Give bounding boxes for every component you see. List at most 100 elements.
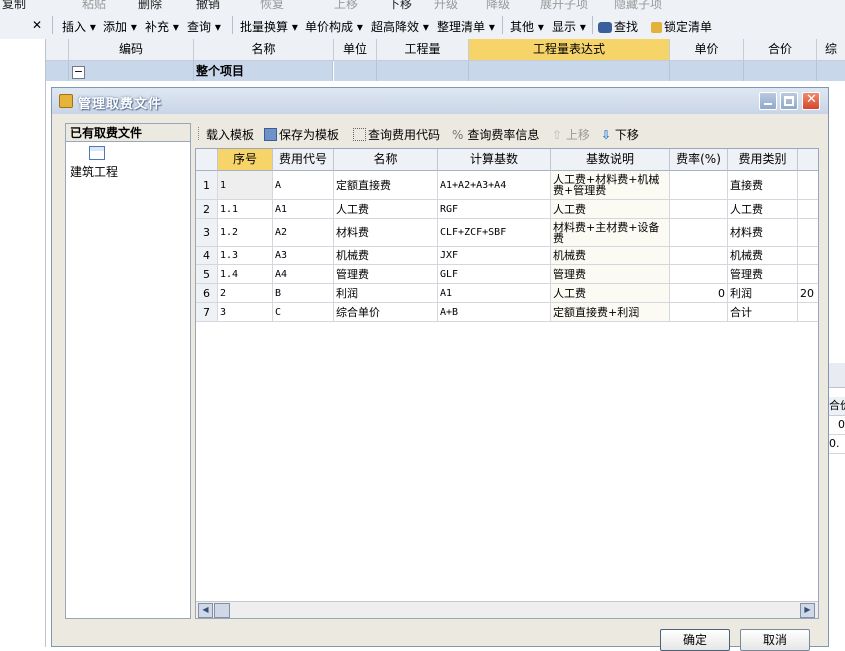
fee-cell-row-number[interactable]: 3 <box>196 219 218 247</box>
supplement-menu[interactable]: 补充 ▾ <box>145 18 179 35</box>
fee-cell-calc-base[interactable]: CLF+ZCF+SBF <box>438 219 551 247</box>
scroll-thumb[interactable] <box>214 603 230 618</box>
fee-cell-calc-base[interactable]: A+B <box>438 303 551 322</box>
unit-price-menu[interactable]: 单价构成 ▾ <box>305 18 363 35</box>
fee-cell-row-number[interactable]: 4 <box>196 247 218 265</box>
fee-cell-row-number[interactable]: 1 <box>196 171 218 200</box>
fee-cell-row-number[interactable]: 7 <box>196 303 218 322</box>
fee-cell-fee-type[interactable]: 管理费 <box>728 265 798 284</box>
fee-cell-seq[interactable]: 1.1 <box>218 200 273 219</box>
fee-cell-fee-name[interactable]: 管理费 <box>334 265 438 284</box>
redo-button[interactable]: 恢复 <box>260 0 284 12</box>
cancel-button[interactable]: 取消 <box>740 629 810 651</box>
load-template-button[interactable]: 载入模板 <box>206 126 254 143</box>
fee-cell-fee-code[interactable]: B <box>273 284 334 303</box>
scroll-right-icon[interactable]: ▶ <box>800 603 815 618</box>
collapse-icon[interactable]: − <box>72 66 85 79</box>
fee-cell-fee-type[interactable]: 材料费 <box>728 219 798 247</box>
fee-cell-base-desc[interactable]: 机械费 <box>551 247 670 265</box>
move-down-button[interactable]: ⇩ 下移 <box>601 126 639 143</box>
fee-cell-fee-type[interactable]: 机械费 <box>728 247 798 265</box>
fee-cell-extra[interactable]: 20 <box>798 284 818 303</box>
fee-cell-extra[interactable] <box>798 219 818 247</box>
fee-cell-base-desc[interactable]: 定额直接费+利润 <box>551 303 670 322</box>
fee-cell-base-desc[interactable]: 管理费 <box>551 265 670 284</box>
fee-cell-extra[interactable] <box>798 247 818 265</box>
fee-cell-seq[interactable]: 1 <box>218 171 273 200</box>
downgrade-button[interactable]: 降级 <box>486 0 510 12</box>
fee-cell-base-desc[interactable]: 人工费 <box>551 200 670 219</box>
fee-cell-fee-name[interactable]: 综合单价 <box>334 303 438 322</box>
fee-cell-calc-base[interactable]: GLF <box>438 265 551 284</box>
fee-cell-seq[interactable]: 2 <box>218 284 273 303</box>
minimize-button[interactable] <box>759 92 777 110</box>
maximize-button[interactable] <box>780 92 798 110</box>
fee-cell-fee-name[interactable]: 机械费 <box>334 247 438 265</box>
fee-cell-seq[interactable]: 1.2 <box>218 219 273 247</box>
fee-cell-fee-name[interactable]: 材料费 <box>334 219 438 247</box>
query-fee-code-button[interactable]: 查询费用代码 <box>353 126 440 143</box>
fee-cell-extra[interactable] <box>798 200 818 219</box>
close-button[interactable]: ✕ <box>802 92 820 110</box>
fee-cell-fee-code[interactable]: A3 <box>273 247 334 265</box>
move-up-disabled-button[interactable]: ⇧ 上移 <box>552 126 590 143</box>
fee-cell-fee-code[interactable]: A2 <box>273 219 334 247</box>
move-up-button[interactable]: 上移 <box>334 0 358 12</box>
fee-cell-fee-type[interactable]: 利润 <box>728 284 798 303</box>
hide-children-button[interactable]: 隐藏子项 <box>614 0 662 12</box>
fee-cell-row-number[interactable]: 2 <box>196 200 218 219</box>
fee-cell-fee-type[interactable]: 人工费 <box>728 200 798 219</box>
fee-cell-seq[interactable]: 1.3 <box>218 247 273 265</box>
add-menu[interactable]: 添加 ▾ <box>103 18 137 35</box>
fee-cell-fee-code[interactable]: A1 <box>273 200 334 219</box>
find-button[interactable]: 查找 <box>598 18 638 35</box>
fee-cell-fee-rate[interactable] <box>670 247 728 265</box>
fee-cell-fee-rate[interactable] <box>670 171 728 200</box>
fee-cell-seq[interactable]: 1.4 <box>218 265 273 284</box>
batch-convert-menu[interactable]: 批量换算 ▾ <box>240 18 298 35</box>
fee-cell-row-number[interactable]: 6 <box>196 284 218 303</box>
fee-cell-fee-type[interactable]: 合计 <box>728 303 798 322</box>
insert-menu[interactable]: 插入 ▾ <box>62 18 96 35</box>
fee-cell-extra[interactable] <box>798 265 818 284</box>
query-menu[interactable]: 查询 ▾ <box>187 18 221 35</box>
delete-button[interactable]: 删除 <box>138 0 162 12</box>
dialog-titlebar[interactable]: 管理取费文件 ✕ <box>52 88 828 114</box>
lock-list-button[interactable]: 锁定清单 <box>651 18 712 35</box>
ok-button[interactable]: 确定 <box>660 629 730 651</box>
fee-cell-fee-code[interactable]: C <box>273 303 334 322</box>
fee-cell-base-desc[interactable]: 人工费+材料费+机械费+管理费 <box>551 171 670 200</box>
fee-cell-fee-rate[interactable]: 0 <box>670 284 728 303</box>
fee-cell-calc-base[interactable]: A1 <box>438 284 551 303</box>
fee-cell-row-number[interactable]: 5 <box>196 265 218 284</box>
fee-cell-fee-rate[interactable] <box>670 219 728 247</box>
fee-cell-seq[interactable]: 3 <box>218 303 273 322</box>
super-high-menu[interactable]: 超高降效 ▾ <box>371 18 429 35</box>
arrange-list-menu[interactable]: 整理清单 ▾ <box>437 18 495 35</box>
undo-button[interactable]: 撤销 <box>196 0 220 12</box>
fee-cell-extra[interactable] <box>798 303 818 322</box>
query-rate-button[interactable]: % 查询费率信息 <box>452 126 539 143</box>
fee-cell-base-desc[interactable]: 材料费+主材费+设备费 <box>551 219 670 247</box>
fee-cell-calc-base[interactable]: A1+A2+A3+A4 <box>438 171 551 200</box>
fee-cell-fee-type[interactable]: 直接费 <box>728 171 798 200</box>
display-menu[interactable]: 显示 ▾ <box>552 18 586 35</box>
upgrade-button[interactable]: 升级 <box>434 0 458 12</box>
fee-cell-calc-base[interactable]: JXF <box>438 247 551 265</box>
fee-cell-fee-code[interactable]: A4 <box>273 265 334 284</box>
fee-cell-fee-name[interactable]: 利润 <box>334 284 438 303</box>
fee-cell-fee-rate[interactable] <box>670 200 728 219</box>
scroll-left-icon[interactable]: ◀ <box>198 603 213 618</box>
close-icon[interactable]: ✕ <box>32 18 42 32</box>
paste-button[interactable]: 粘贴 <box>82 0 106 12</box>
fee-cell-extra[interactable] <box>798 171 818 200</box>
fee-cell-fee-code[interactable]: A <box>273 171 334 200</box>
fee-cell-fee-rate[interactable] <box>670 303 728 322</box>
move-down-button[interactable]: 下移 <box>388 0 412 12</box>
copy-button[interactable]: 复制 <box>2 0 26 12</box>
fee-cell-fee-name[interactable]: 人工费 <box>334 200 438 219</box>
horizontal-scrollbar[interactable]: ◀ ▶ <box>196 601 818 618</box>
other-menu[interactable]: 其他 ▾ <box>510 18 544 35</box>
tree-item-building[interactable]: 建筑工程 <box>70 163 118 180</box>
fee-cell-calc-base[interactable]: RGF <box>438 200 551 219</box>
